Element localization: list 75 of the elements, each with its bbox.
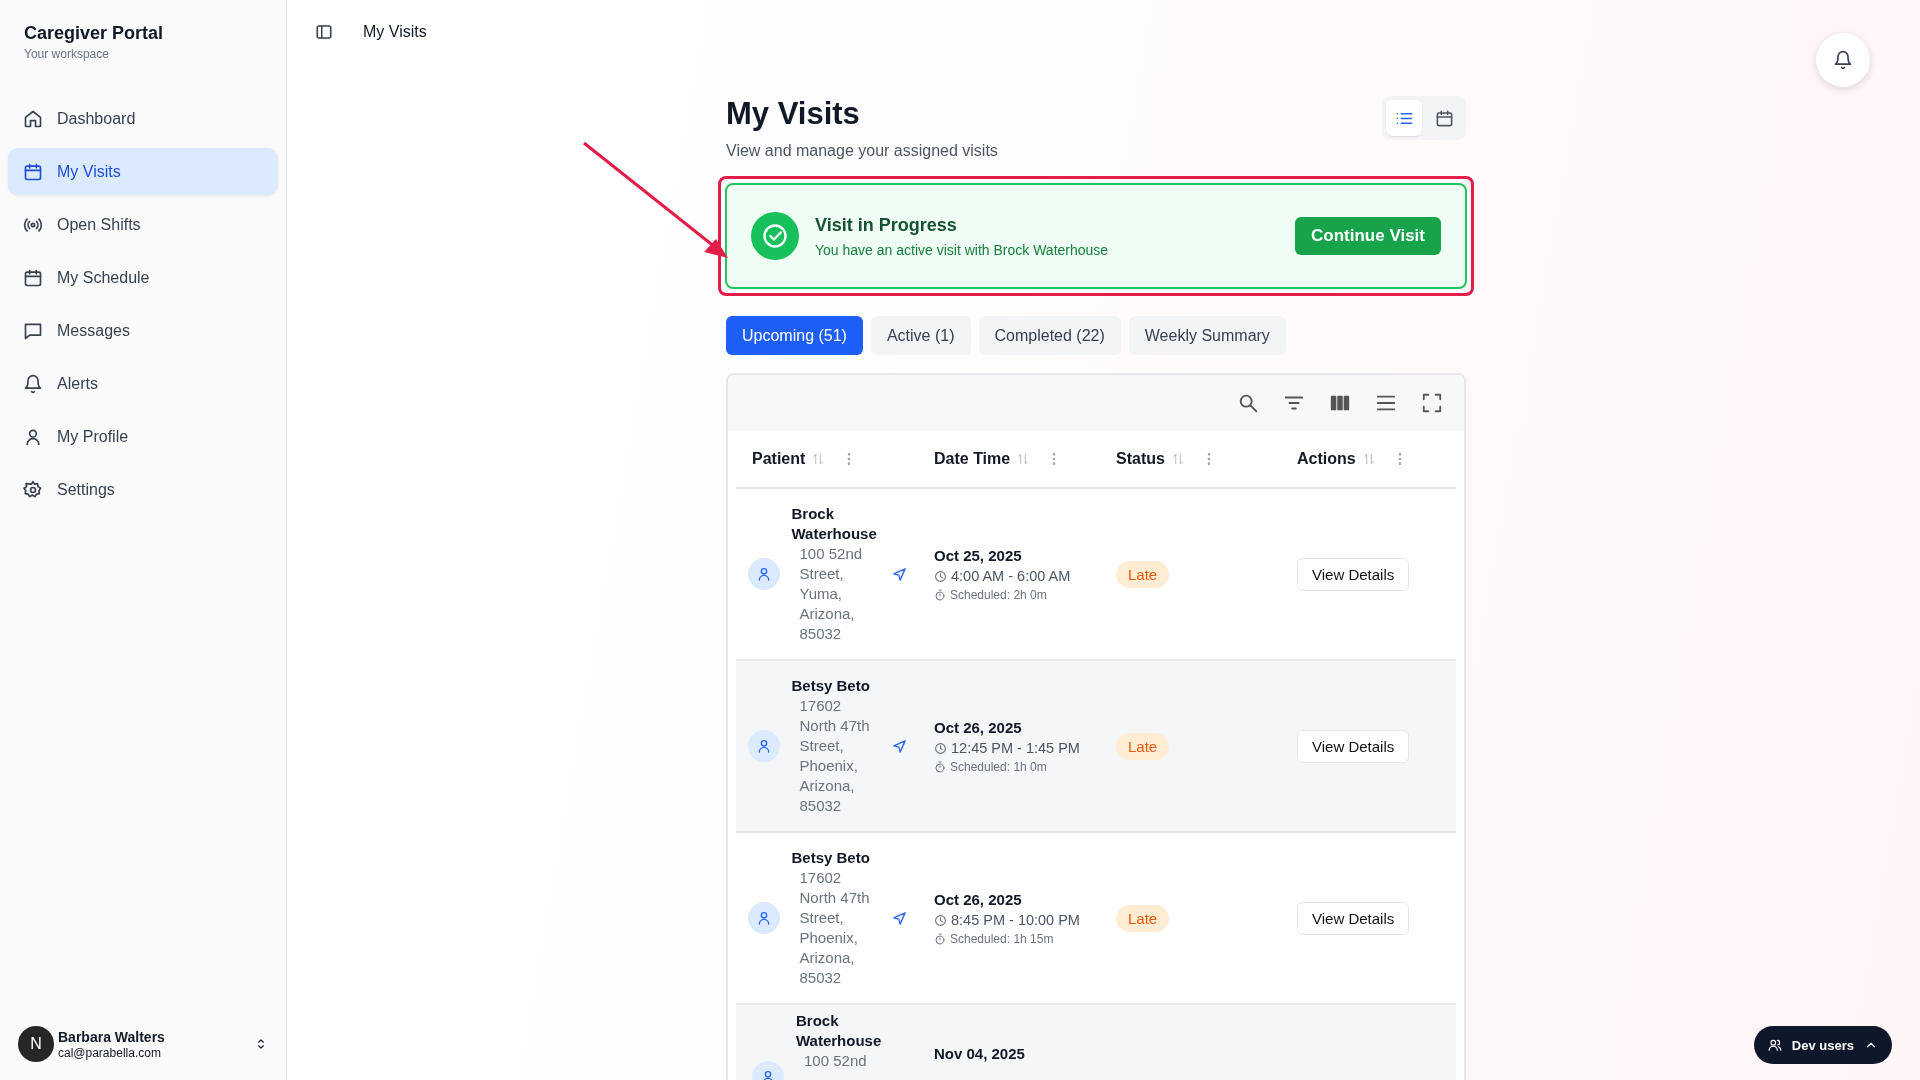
visit-time: 12:45 PM - 1:45 PM xyxy=(951,738,1081,758)
dev-users-button[interactable]: Dev users xyxy=(1753,1026,1892,1064)
sidebar-item[interactable]: My Profile xyxy=(8,413,278,460)
navigation-icon[interactable] xyxy=(891,910,907,926)
breadcrumb: My Visits xyxy=(363,23,427,41)
page-title: My Visits xyxy=(726,96,861,132)
status-badge: Late xyxy=(1116,904,1170,932)
view-details-button[interactable]: View Details xyxy=(1297,729,1410,763)
page-subtitle: View and manage your assigned visits xyxy=(726,142,998,160)
user-avatar: N xyxy=(18,1026,54,1062)
sidebar-item[interactable]: Open Shifts xyxy=(8,201,278,248)
app-title: Caregiver Portal xyxy=(24,23,164,44)
banner-message: You have an active visit with Brock Waterhouse xyxy=(815,241,1110,258)
user-menu[interactable]: N Barbara Walters cal@parabella.com xyxy=(8,1026,278,1062)
clock-icon xyxy=(934,913,947,927)
bell-icon xyxy=(1833,50,1853,70)
visit-time: 8:45 PM - 10:00 PM xyxy=(951,910,1081,930)
clock-icon xyxy=(934,741,947,755)
users-icon xyxy=(1767,1038,1782,1052)
bell-icon xyxy=(23,373,43,394)
view-details-button[interactable]: View Details xyxy=(1297,557,1410,591)
patient-address: 100 52nd Street, Yuma, Arizona, 85032 xyxy=(798,544,864,644)
view-list-button[interactable] xyxy=(1386,100,1422,136)
visit-date: Oct 26, 2025 xyxy=(934,890,1023,908)
patient-name: Brock Waterhouse xyxy=(791,504,878,544)
sidebar-toggle-icon xyxy=(315,23,333,41)
fullscreen-icon[interactable] xyxy=(1421,392,1443,414)
column-header[interactable]: Patient xyxy=(752,450,806,468)
tab[interactable]: Active (1) xyxy=(870,316,971,355)
clock-icon xyxy=(934,569,947,583)
timer-icon xyxy=(934,760,946,773)
patient-name: Betsy Beto xyxy=(791,676,871,696)
timer-icon xyxy=(934,588,946,601)
search-icon[interactable] xyxy=(1237,392,1259,414)
navigation-icon[interactable] xyxy=(891,738,907,754)
status-badge: Late xyxy=(1116,732,1170,760)
scheduled-duration: Scheduled: 1h 15m xyxy=(950,931,1054,946)
sidebar-item[interactable]: Settings xyxy=(8,466,278,513)
visit-time: 4:00 AM - 6:00 AM xyxy=(951,566,1072,586)
tab[interactable]: Completed (22) xyxy=(978,316,1121,355)
scheduled-duration: Scheduled: 2h 0m xyxy=(950,587,1047,602)
calendar-icon xyxy=(23,267,43,288)
column-header[interactable]: Actions xyxy=(1297,450,1356,468)
patient-name: Betsy Beto xyxy=(791,848,871,868)
view-details-button[interactable]: View Details xyxy=(1297,901,1410,935)
status-badge: Late xyxy=(1116,560,1170,588)
check-circle-icon xyxy=(761,222,789,250)
scheduled-duration: Scheduled: 1h 0m xyxy=(950,759,1047,774)
sidebar-item[interactable]: Messages xyxy=(8,307,278,354)
visit-date: Oct 26, 2025 xyxy=(934,718,1023,736)
sidebar-item[interactable]: My Schedule xyxy=(8,254,278,301)
visit-date: Nov 04, 2025 xyxy=(934,1045,1026,1062)
sidebar-item[interactable]: My Visits xyxy=(8,148,278,195)
notifications-button[interactable] xyxy=(1816,33,1870,87)
timer-icon xyxy=(934,932,946,945)
home-icon xyxy=(23,108,43,129)
settings-icon xyxy=(23,479,43,500)
calendar-icon xyxy=(1434,108,1454,128)
user-email: cal@parabella.com xyxy=(58,1046,161,1060)
visit-date: Oct 25, 2025 xyxy=(934,546,1023,564)
tab[interactable]: Weekly Summary xyxy=(1128,316,1286,355)
patient-address: 17602 North 47th Street, Phoenix, Arizona, 85032 xyxy=(798,868,871,988)
banner-title: Visit in Progress xyxy=(815,214,957,236)
user-name: Barbara Walters xyxy=(58,1029,165,1045)
column-header[interactable]: Date Time xyxy=(934,450,1011,468)
sidebar-item[interactable]: Dashboard xyxy=(8,95,278,142)
patient-address: 100 52nd xyxy=(803,1051,868,1071)
navigation-icon[interactable] xyxy=(891,566,907,582)
sidebar-item[interactable]: Alerts xyxy=(8,360,278,407)
column-header[interactable]: Status xyxy=(1116,450,1165,468)
patient-name: Brock Waterhouse xyxy=(796,1011,883,1051)
workspace-label: Your workspace xyxy=(24,47,109,61)
tab[interactable]: Upcoming (51) xyxy=(726,316,863,355)
calendar-icon xyxy=(23,161,43,182)
patient-address: 17602 North 47th Street, Phoenix, Arizona, 85032 xyxy=(798,696,871,816)
